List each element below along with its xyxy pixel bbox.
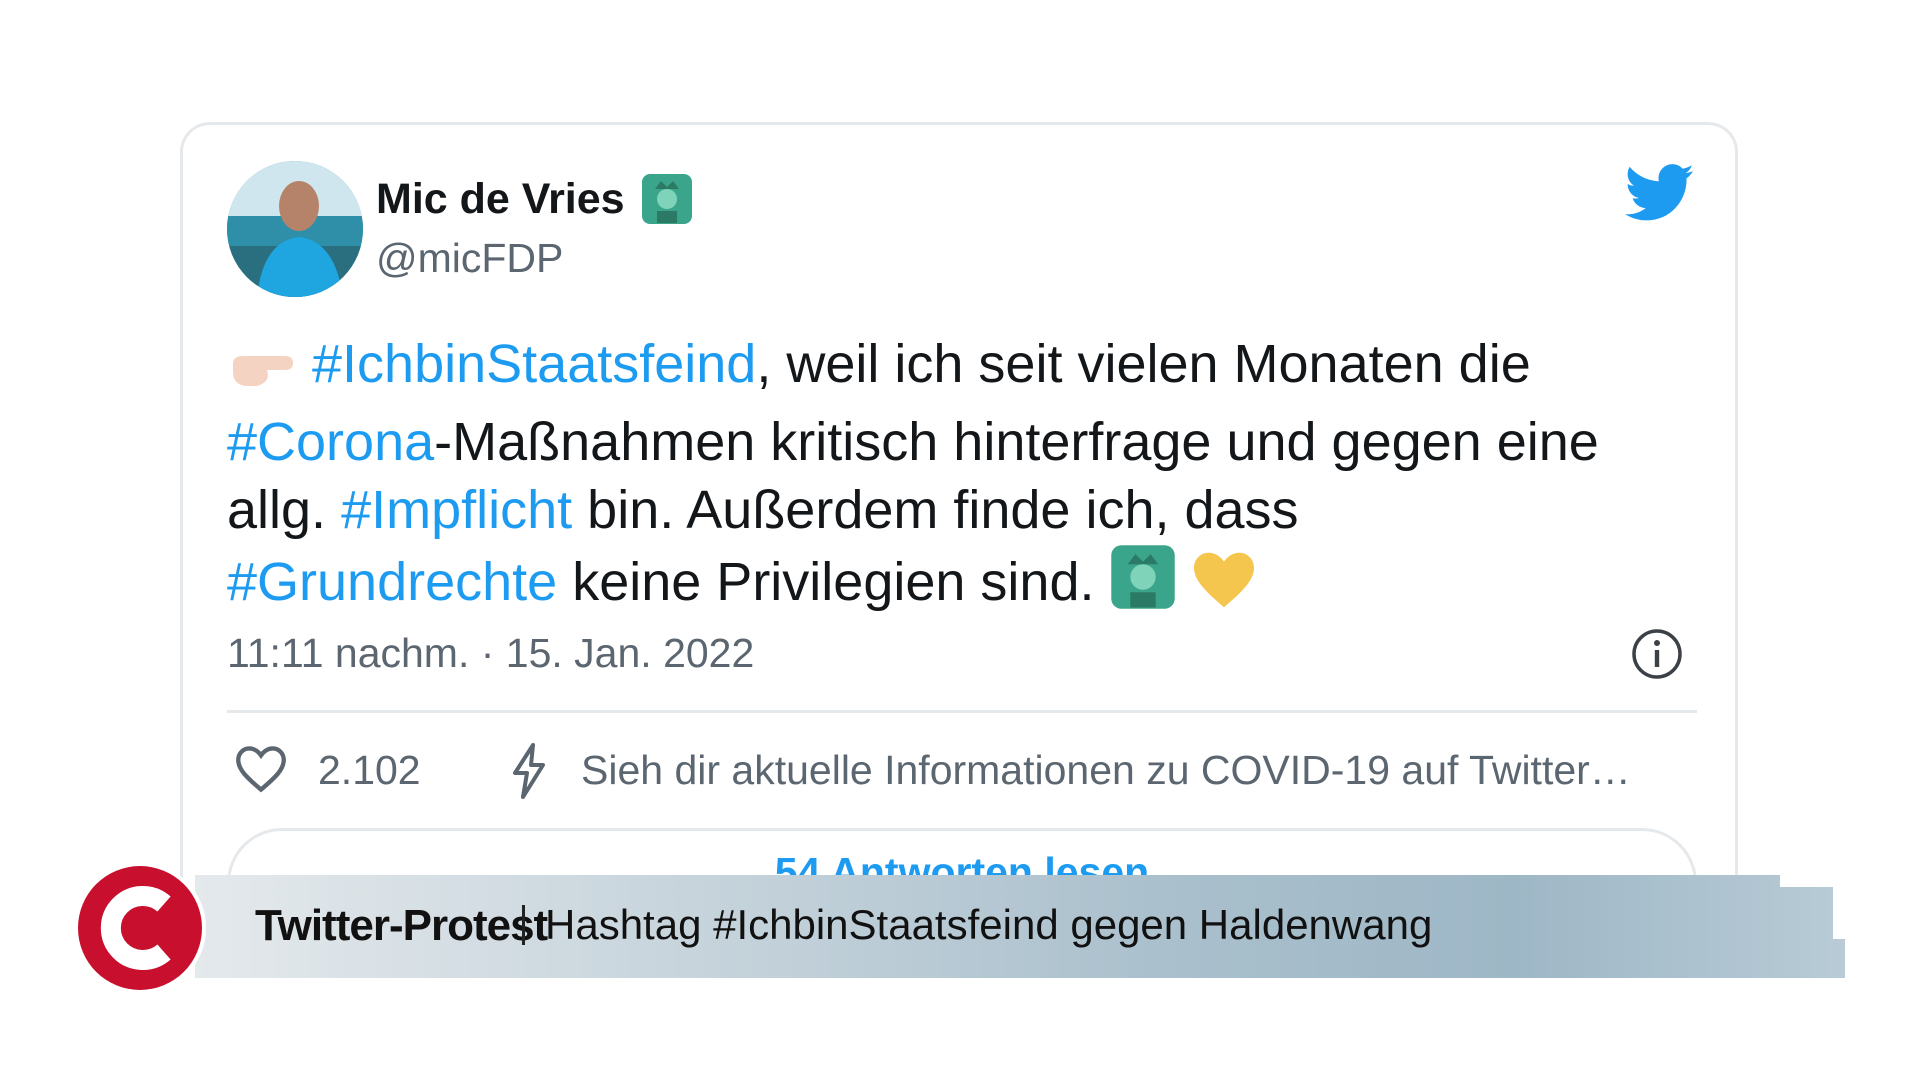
news-lower-third: Twitter-Protest Hashtag #IchbinStaatsfei… [195, 875, 1845, 978]
hashtag-link[interactable]: #Corona [227, 412, 434, 472]
lower-third-title: Twitter-Protest [255, 901, 548, 950]
hashtag-link[interactable]: #IchbinStaatsfeind [312, 334, 756, 394]
yellow-heart-icon [1191, 550, 1257, 626]
backhand-index-pointing-left-icon [227, 340, 297, 408]
author-handle[interactable]: @micFDP [376, 235, 563, 282]
author-avatar[interactable] [227, 161, 363, 297]
like-heart-icon[interactable] [235, 745, 287, 793]
tweet-line: allg. #Impflicht bin. Außerdem finde ich… [227, 476, 1707, 544]
hashtag-link[interactable]: #Grundrechte [227, 552, 557, 612]
tweet-line: #IchbinStaatsfeind, weil ich seit vielen… [227, 330, 1707, 408]
info-icon[interactable] [1631, 628, 1683, 680]
author-display-name[interactable]: Mic de Vries [376, 175, 625, 224]
lower-third-separator [522, 905, 525, 945]
twitter-bird-icon[interactable] [1624, 163, 1695, 223]
tweet-line: #Corona-Maßnahmen kritisch hinterfrage u… [227, 408, 1707, 476]
divider [227, 710, 1697, 713]
tweet-text-segment: bin. Außerdem finde ich, dass [572, 480, 1299, 540]
lightning-bolt-icon [508, 743, 550, 799]
tweet-text-segment: -Maßnahmen kritisch hinterfrage und gege… [434, 412, 1599, 472]
tweet-text-segment: , weil ich seit vielen Monaten die [756, 334, 1531, 394]
covid-info-link[interactable]: Sieh dir aktuelle Informationen zu COVID… [581, 747, 1631, 794]
statue-of-liberty-icon [641, 173, 693, 225]
tweet-line: #Grundrechte keine Privilegien sind. [227, 544, 1707, 626]
like-count: 2.102 [318, 747, 421, 793]
tweet-text-segment: keine Privilegien sind. [557, 552, 1110, 612]
statue-of-liberty-icon [1110, 544, 1176, 626]
hashtag-link[interactable]: #Impflicht [341, 480, 572, 540]
lower-third-text: Hashtag #IchbinStaatsfeind gegen Haldenw… [545, 901, 1433, 948]
channel-c-logo [72, 860, 208, 996]
tweet-timestamp[interactable]: 11:11 nachm. · 15. Jan. 2022 [227, 630, 754, 677]
tweet-card: Mic de Vries @micFDP #IchbinStaatsfeind,… [180, 122, 1738, 922]
tweet-text: #IchbinStaatsfeind, weil ich seit vielen… [227, 330, 1707, 626]
tweet-text-segment: allg. [227, 480, 342, 540]
